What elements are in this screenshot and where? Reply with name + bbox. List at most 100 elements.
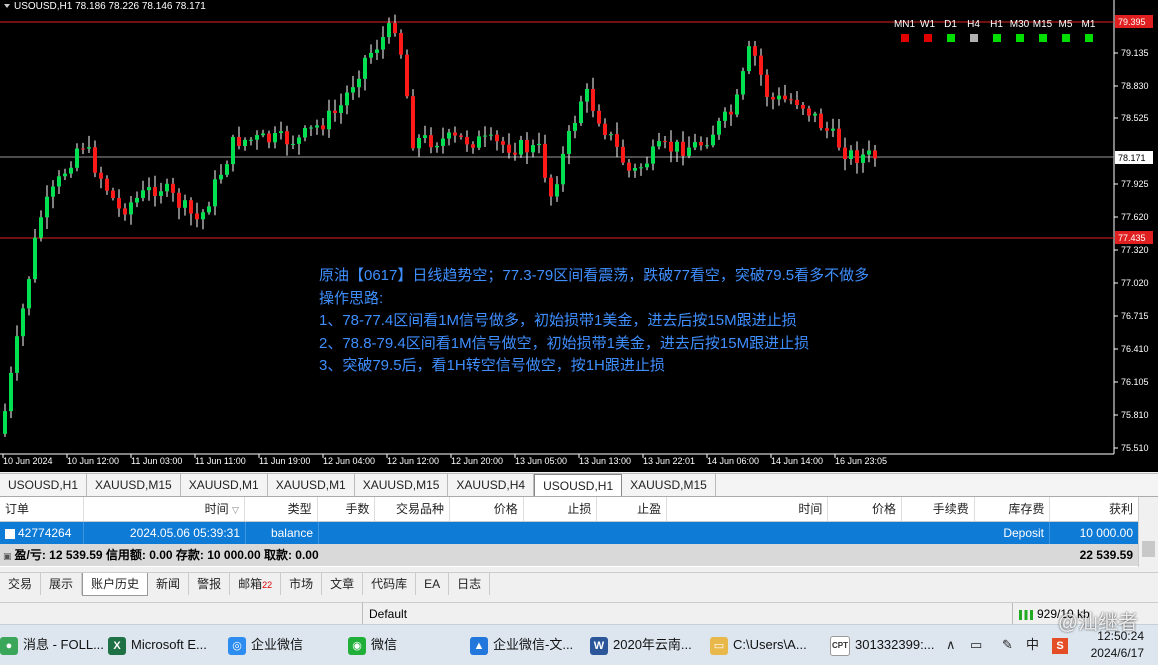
time-tick-label: 12 Jun 12:00: [387, 456, 439, 466]
candle-body: [729, 111, 733, 115]
candle-body: [33, 237, 37, 280]
symbol-tab[interactable]: XAUUSD,H4: [448, 474, 535, 496]
tab-news[interactable]: 新闻: [148, 573, 190, 595]
candle-body: [423, 135, 427, 138]
col-header-time[interactable]: 时间 ▽: [84, 497, 245, 521]
candle-body: [447, 132, 451, 139]
timeframe-label: M5: [1058, 19, 1073, 30]
tab-market[interactable]: 市场: [281, 573, 323, 595]
candle-body: [771, 97, 775, 100]
candle-body: [759, 55, 763, 75]
symbol-tab[interactable]: XAUUSD,M15: [622, 474, 716, 496]
col-header-symbol[interactable]: 交易品种: [375, 497, 451, 521]
symbol-tab[interactable]: USOUSD,H1: [0, 474, 88, 496]
col-header-swap[interactable]: 库存费: [975, 497, 1051, 521]
candle-body: [63, 173, 67, 177]
taskbar-label: 微信: [371, 637, 398, 652]
terminal-scrollbar[interactable]: [1138, 497, 1158, 567]
tab-account-history[interactable]: 账户历史: [82, 573, 149, 596]
symbol-tab[interactable]: XAUUSD,M15: [87, 474, 181, 496]
table-row[interactable]: 42774264 2024.05.06 05:39:31 balance Dep…: [0, 522, 1138, 544]
taskbar-item-excel[interactable]: X Microsoft E...: [108, 629, 207, 661]
watermark: @汕继者: [1057, 612, 1138, 634]
tab-code-base[interactable]: 代码库: [363, 573, 417, 595]
candle-body: [663, 141, 667, 143]
tab-articles[interactable]: 文章: [322, 573, 364, 595]
symbol-tab-active[interactable]: USOUSD,H1: [534, 474, 623, 496]
col-header-price[interactable]: 价格: [450, 497, 524, 521]
tray-chevron-icon[interactable]: ∧: [946, 625, 956, 665]
row-order: 42774264: [0, 522, 84, 544]
col-header-close-price[interactable]: 价格: [828, 497, 903, 521]
price-chart[interactable]: 79.135 78.830 78.525 77.925 77.620 77.320 77.0…: [0, 0, 1158, 472]
timeframe-label: M30: [1009, 19, 1030, 30]
terminal-tabs: 交易 展示 账户历史 新闻 警报 邮箱22 市场 文章 代码库 EA 日志: [0, 572, 1158, 597]
time-tick-label: 14 Jun 06:00: [707, 456, 759, 466]
taskbar-item-messages[interactable]: ● 消息 - FOLL...: [0, 629, 104, 661]
battery-icon[interactable]: ▭: [970, 625, 982, 665]
candle-body: [645, 163, 649, 168]
collapse-triangle-icon[interactable]: [4, 4, 10, 9]
symbol-tab[interactable]: XAUUSD,M15: [355, 474, 449, 496]
candle-body: [165, 183, 169, 192]
taskbar-item-wecom-doc[interactable]: ▲ 企业微信-文...: [470, 629, 573, 661]
col-header-volume[interactable]: 手数: [318, 497, 376, 521]
candle-body: [15, 336, 19, 373]
col-header-close-time[interactable]: 时间: [667, 497, 829, 521]
tab-trade[interactable]: 交易: [0, 573, 42, 595]
candle-body: [225, 164, 229, 175]
candle-body: [477, 136, 481, 148]
ime-indicator[interactable]: 中: [1026, 625, 1039, 665]
taskbar-item-metatrader[interactable]: CPT 301332399:...: [830, 629, 935, 661]
scrollbar-thumb[interactable]: [1142, 541, 1155, 557]
candle-body: [213, 179, 217, 207]
candle-body: [147, 187, 151, 191]
candle-body: [375, 49, 379, 53]
col-header-type[interactable]: 类型: [245, 497, 318, 521]
tab-exposure[interactable]: 展示: [41, 573, 83, 595]
tab-experts[interactable]: EA: [416, 573, 450, 595]
tab-alerts[interactable]: 警报: [189, 573, 231, 595]
candle-body: [675, 141, 679, 152]
price-tick-label: 79.135: [1121, 48, 1149, 58]
balance-summary: ▣ 盈/亏: 12 539.59 信用额: 0.00 存款: 10 000.00 …: [0, 544, 1138, 566]
col-header-tp[interactable]: 止盈: [597, 497, 668, 521]
taskbar-item-wecom[interactable]: ◎ 企业微信: [228, 629, 303, 661]
annotation-line: 1、78-77.4区间看1M信号做多，初始损带1美金，进去后按15M跟进止损: [319, 312, 797, 329]
candle-body: [315, 125, 319, 128]
candle-body: [207, 206, 211, 213]
annotation-line: 原油【0617】日线趋势空；77.3-79区间看震荡，跌破77看空，突破79.5…: [319, 267, 870, 284]
time-tick-label: 12 Jun 04:00: [323, 456, 375, 466]
candle-body: [621, 146, 625, 163]
taskbar-item-wechat[interactable]: ◉ 微信: [348, 629, 397, 661]
candle-body: [69, 167, 73, 174]
candle-body: [717, 121, 721, 135]
candle-body: [753, 46, 757, 56]
symbol-tab[interactable]: XAUUSD,M1: [268, 474, 355, 496]
col-header-sl[interactable]: 止损: [524, 497, 598, 521]
candle-body: [471, 144, 475, 148]
timeframe-signal-panel: MN1 W1 D1 H4 H1 M30 M15 M5 M1: [893, 19, 1100, 42]
col-header-profit[interactable]: 获利: [1050, 497, 1138, 521]
tab-journal[interactable]: 日志: [449, 573, 491, 595]
taskbar-item-explorer[interactable]: ▭ C:\Users\A...: [710, 629, 807, 661]
candle-body: [525, 140, 529, 153]
timeframe-signal: M15: [1031, 19, 1054, 42]
candle-body: [441, 138, 445, 146]
taskbar-label: 企业微信-文...: [493, 637, 574, 652]
candle-body: [627, 162, 631, 171]
taskbar-item-word[interactable]: W 2020年云南...: [590, 629, 692, 661]
candle-body: [345, 92, 349, 106]
candle-body: [561, 153, 565, 185]
candle-body: [531, 145, 535, 153]
pen-icon[interactable]: ✎: [1002, 625, 1013, 665]
candle-body: [543, 143, 547, 178]
col-header-order[interactable]: 订单: [0, 497, 84, 521]
col-header-commission[interactable]: 手续费: [902, 497, 975, 521]
tab-mailbox[interactable]: 邮箱22: [230, 573, 282, 595]
timeframe-label: H1: [990, 19, 1003, 30]
symbol-tab[interactable]: XAUUSD,M1: [181, 474, 268, 496]
lower-level-label: 77.435: [1118, 233, 1146, 243]
candle-body: [459, 135, 463, 137]
price-tick-label: 75.510: [1121, 443, 1149, 453]
